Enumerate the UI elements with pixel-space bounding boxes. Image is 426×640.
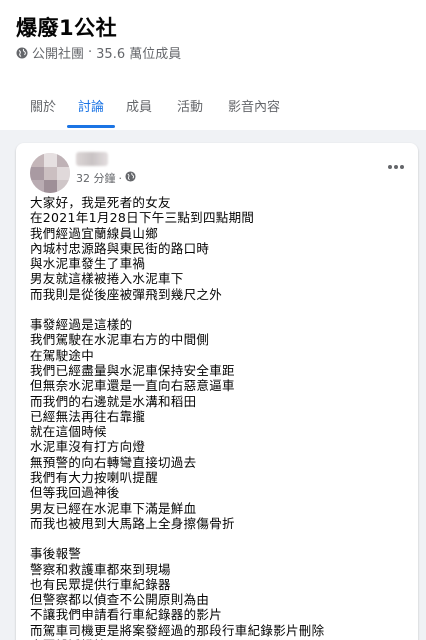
post-line: 而我則是從後座被彈飛到幾尺之外 <box>30 286 223 302</box>
meta-separator: · <box>118 171 123 185</box>
tab-members[interactable]: 成員 <box>126 96 152 115</box>
post-paragraph: 事發經過是這樣的 我們駕駛在水泥車右方的中間側 在駕駛途中 我們已經盡量與水泥車保持安… <box>30 317 410 531</box>
post-line: 但警察都以偵查不公開原則為由 <box>30 592 210 608</box>
tab-media[interactable]: 影音內容 <box>228 96 280 115</box>
member-count[interactable]: 35.6 萬位成員 <box>96 43 181 62</box>
globe-icon <box>125 171 136 185</box>
post-line: 大家好，我是死者的女友 <box>30 195 171 210</box>
more-options-icon[interactable] <box>386 157 406 177</box>
post-line: 我們駕駛在水泥車右方的中間側 <box>30 332 210 348</box>
avatar[interactable] <box>30 153 70 193</box>
post-line: 事後報警 <box>30 546 82 562</box>
post-line: 男友就這樣被捲入水泥車下 <box>30 271 184 287</box>
post-line: 就在這個時候 <box>30 424 107 440</box>
group-title[interactable]: 爆廢1公社 <box>16 12 117 42</box>
meta-separator: · <box>88 45 93 60</box>
post-line: 在駕駛途中 <box>30 347 95 363</box>
group-tabs: 關於 討論 成員 活動 影音內容 <box>0 84 426 130</box>
post-line: 內城村忠源路與東民街的路口時 <box>30 240 210 256</box>
tab-discussion[interactable]: 討論 <box>78 96 104 115</box>
post-line: 不讓我們申請看行車紀錄器的影片 <box>30 607 223 623</box>
tab-events[interactable]: 活動 <box>177 96 203 115</box>
post-line: 無預警的向右轉彎直接切過去 <box>30 454 197 470</box>
post-line: 在2021年1月28日下午三點到四點期間 <box>30 210 255 226</box>
post-time[interactable]: 32 分鐘 <box>76 170 116 186</box>
privacy-label: 公開社團 <box>32 47 85 62</box>
post-body: 大家好，我是死者的女友 在2021年1月28日下午三點到四點期間 我們經過宜蘭線員山… <box>30 195 410 640</box>
group-header: 爆廢1公社 公開社團 · 35.6 萬位成員 關於 討論 成員 活動 影音內容 <box>0 0 426 130</box>
globe-icon <box>16 47 28 59</box>
post-line: 警察和救護車都來到現場 <box>30 561 171 577</box>
post-meta: 32 分鐘 · <box>76 170 136 186</box>
post-line: 我們經過宜蘭線員山鄉 <box>30 225 159 241</box>
post-line: 但等我回過神後 <box>30 485 120 501</box>
post-paragraph: 大家好，我是死者的女友 在2021年1月28日下午三點到四點期間 我們經過宜蘭線員山… <box>30 195 410 302</box>
post-line: 與水泥車發生了車禍 <box>30 256 146 272</box>
post-line: 水泥車沒有打方向燈 <box>30 439 146 455</box>
post-line: 我們有大力按喇叭提醒 <box>30 470 159 486</box>
post-line: 男友已經在水泥車下滿是鮮血 <box>30 500 197 516</box>
post-line: 也有民眾提供行車紀錄器 <box>30 576 171 592</box>
post-paragraph: 事後報警 警察和救護車都來到現場 也有民眾提供行車紀錄器 但警察都以偵查不公開原則為由… <box>30 546 410 640</box>
post-line: 事發經過是這樣的 <box>30 317 133 333</box>
post-line: 而駕車司機更是將案發經過的那段行車紀錄影片刪除 <box>30 622 325 638</box>
author-name-redacted[interactable] <box>76 152 108 166</box>
post-line: 我們已經盡量與水泥車保持安全車距 <box>30 362 235 378</box>
post-line: 已經無法再往右靠攏 <box>30 408 146 424</box>
post-line: 而我也被甩到大馬路上全身擦傷骨折 <box>30 515 235 531</box>
tab-about[interactable]: 關於 <box>30 96 56 115</box>
post-line: 但無奈水泥車還是一直向右惡意逼車 <box>30 378 235 394</box>
post-line: 而我們的右邊就是水溝和稻田 <box>30 393 197 409</box>
post-card: 32 分鐘 · 大家好，我是死者的女友 在2021年1月28日下午三點到四點期間我… <box>16 143 418 640</box>
group-meta: 公開社團 · 35.6 萬位成員 <box>16 43 181 62</box>
active-tab-indicator <box>67 125 115 128</box>
